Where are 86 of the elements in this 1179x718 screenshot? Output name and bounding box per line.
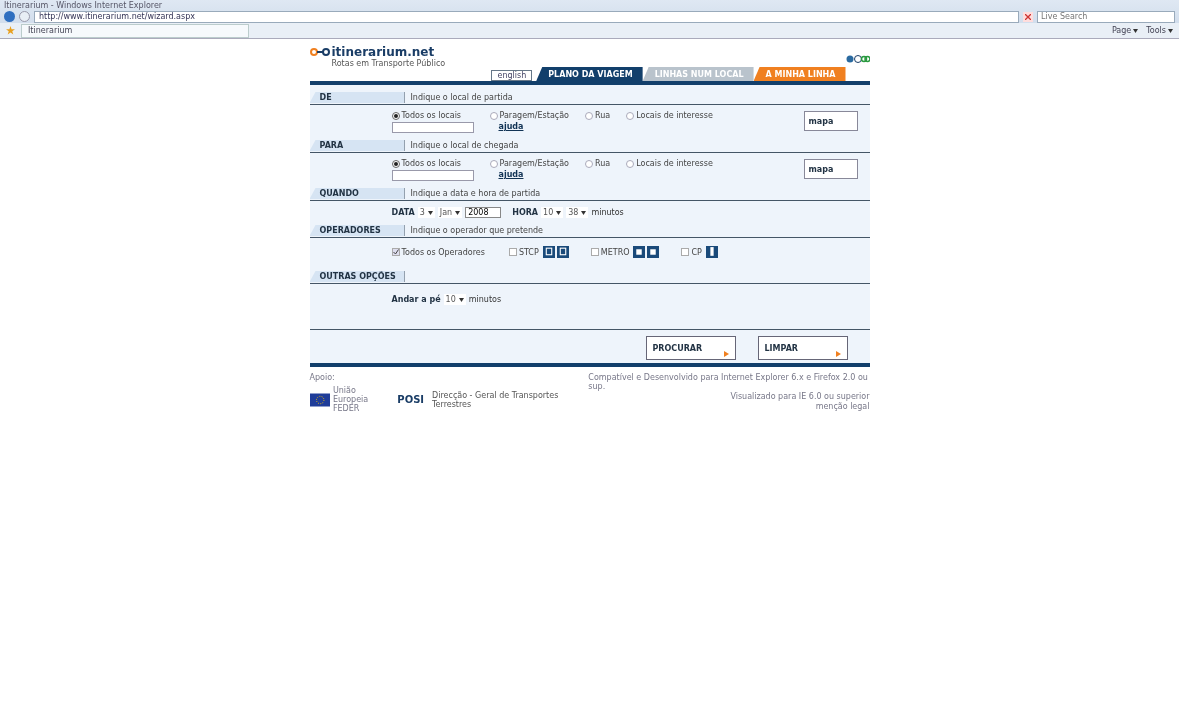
unit-label: minutos (468, 295, 502, 304)
caret-icon (1133, 28, 1139, 33)
operator-label: METRO (600, 247, 630, 257)
day-dropdown[interactable]: 3 (417, 207, 435, 218)
legal-link[interactable]: menção legal (815, 402, 870, 411)
stop-button[interactable] (1023, 11, 1033, 22)
logo-icon (309, 48, 330, 56)
radio-button[interactable] (626, 159, 635, 168)
site-logo: itinerarium.net (331, 45, 435, 59)
option-label: Rua (595, 111, 611, 120)
nav-tab[interactable]: PLANO DA VIAGEM (536, 67, 643, 81)
footer-note: Visualizado para IE 6.0 ou superior (730, 392, 870, 401)
option-label: Rua (595, 159, 611, 168)
operator-label: CP (691, 247, 702, 257)
section-hint: Indique o operador que pretende (409, 226, 544, 235)
section-hint: Indique a data e hora de partida (409, 189, 541, 198)
walk-dropdown[interactable]: 10 (443, 294, 466, 305)
radio-button[interactable] (391, 159, 400, 168)
month-dropdown[interactable]: Jan (437, 207, 463, 218)
operator-label: Todos os Operadores (401, 247, 485, 257)
window-title: Itinerarium - Windows Internet Explorer (4, 0, 163, 10)
hour-dropdown[interactable]: 10 (541, 207, 564, 218)
partner-label: Direcção - Geral de Transportes Terrestres (432, 390, 560, 409)
hour-label: HORA (512, 208, 539, 217)
option-label: Paragem/Estação (499, 111, 569, 120)
arrow-icon (835, 351, 841, 357)
arrow-icon (723, 351, 729, 357)
option-label: Paragem/Estação (499, 159, 569, 168)
action-button[interactable]: PROCURAR (645, 336, 736, 360)
partner-label: FEDER (332, 404, 360, 413)
radio-button[interactable] (585, 111, 593, 120)
caret-icon (1168, 28, 1173, 33)
radio-button[interactable] (585, 159, 593, 168)
minute-dropdown[interactable]: 38 (566, 207, 589, 218)
footer-note: Compatível e Desenvolvido para Internet Explorer 6.x e Firefox 2.0 ou sup. (588, 373, 869, 391)
caret-icon (458, 297, 464, 302)
radio-button[interactable] (489, 159, 498, 168)
date-label: DATA (391, 208, 415, 217)
toolbar-menu[interactable]: Tools (1146, 26, 1173, 35)
forward-button[interactable] (19, 11, 30, 22)
option-label: Todos os locais (401, 159, 462, 168)
caret-icon (427, 210, 433, 215)
section-hint: Indique o local de partida (409, 93, 513, 102)
option-label: Locais de interesse (636, 159, 713, 168)
location-field[interactable] (391, 122, 474, 133)
section-label: OUTRAS OPÇÕES (309, 271, 405, 282)
option-label: Locais de interesse (636, 111, 713, 120)
section-hint: Indique o local de chegada (409, 141, 519, 150)
option-label: Todos os locais (401, 111, 462, 120)
radio-button[interactable] (489, 111, 498, 120)
caret-icon (455, 210, 461, 215)
help-link[interactable]: ajuda (489, 122, 569, 131)
star-icon[interactable] (6, 26, 15, 35)
caret-icon (556, 210, 562, 215)
operator-label: STCP (518, 247, 539, 257)
nav-tab[interactable]: english (491, 70, 533, 81)
walk-label: Andar a pé (391, 295, 441, 304)
unit-label: minutos (591, 208, 624, 217)
checkbox[interactable] (590, 248, 599, 256)
partner-icons-drawing (845, 55, 870, 63)
map-button[interactable]: mapa (803, 159, 858, 179)
back-button[interactable] (4, 11, 15, 22)
help-link[interactable]: ajuda (489, 170, 569, 179)
partner-label: União Europeia (332, 386, 370, 404)
browser-tab[interactable]: Itinerarium (21, 23, 249, 38)
location-field[interactable] (391, 170, 474, 181)
radio-button[interactable] (391, 111, 400, 120)
checkbox[interactable] (508, 248, 517, 256)
search-field[interactable]: Live Search (1037, 10, 1175, 23)
section-label: PARA (309, 140, 405, 151)
site-tagline: Rotas em Transporte Público (330, 59, 446, 68)
support-label: Apoio: (309, 373, 336, 382)
checkbox[interactable] (681, 248, 690, 256)
year-field[interactable]: 2008 (465, 207, 502, 218)
checkbox[interactable] (391, 248, 400, 256)
section-label: OPERADORES (309, 225, 405, 236)
action-button[interactable]: LIMPAR (757, 336, 848, 360)
section-label: QUANDO (309, 188, 405, 199)
posi-logo: POSI (397, 394, 425, 405)
radio-button[interactable] (626, 111, 635, 120)
address-bar[interactable]: http://www.itinerarium.net/wizard.aspx (34, 10, 1019, 23)
map-button[interactable]: mapa (803, 111, 858, 131)
toolbar-menu[interactable]: Page (1111, 26, 1139, 35)
section-label: DE (309, 92, 405, 103)
caret-icon (581, 210, 587, 215)
eu-flag-icon (309, 392, 330, 407)
